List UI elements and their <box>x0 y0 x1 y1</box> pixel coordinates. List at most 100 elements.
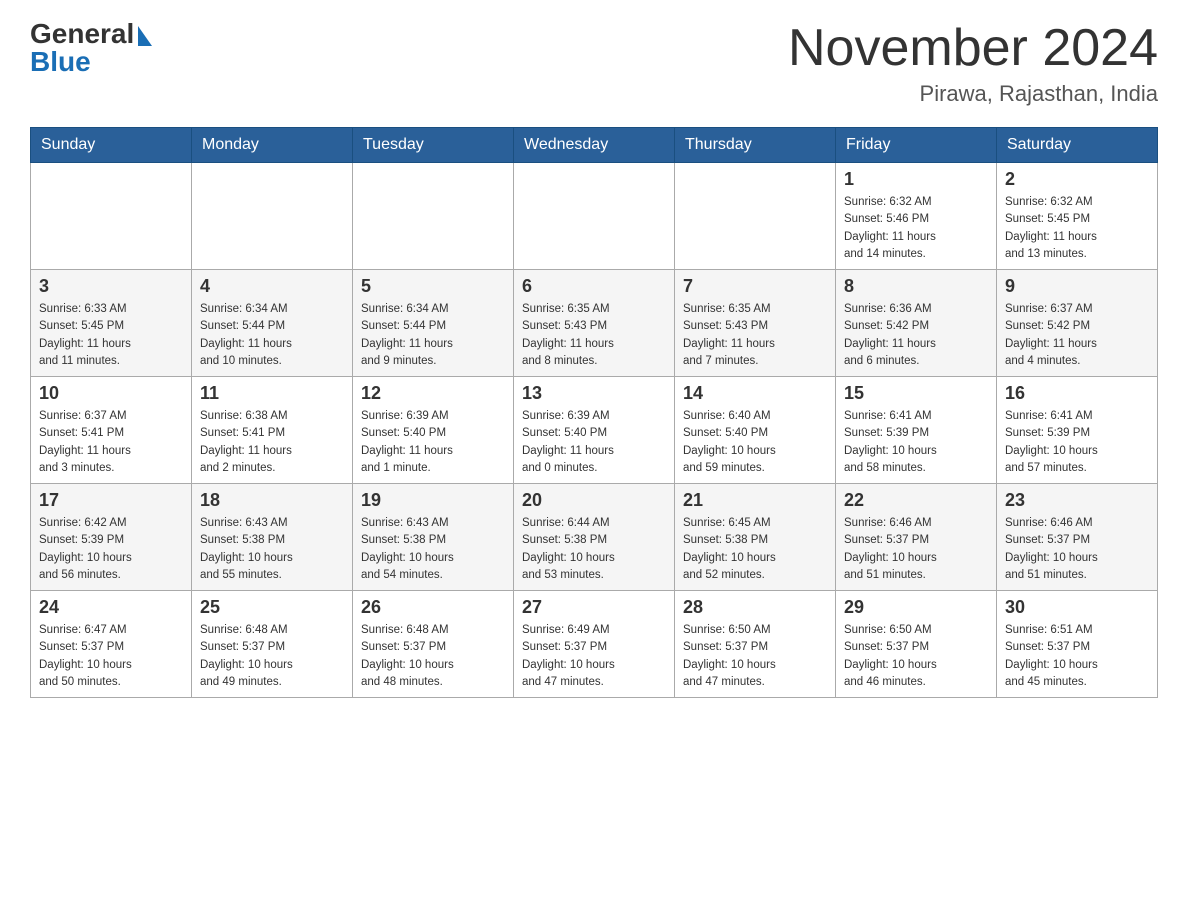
calendar-cell: 30Sunrise: 6:51 AM Sunset: 5:37 PM Dayli… <box>997 591 1158 698</box>
day-info: Sunrise: 6:34 AM Sunset: 5:44 PM Dayligh… <box>200 301 344 370</box>
logo-general-text: General <box>30 20 152 48</box>
day-number: 11 <box>200 383 344 404</box>
day-number: 23 <box>1005 490 1149 511</box>
day-info: Sunrise: 6:46 AM Sunset: 5:37 PM Dayligh… <box>844 515 988 584</box>
calendar-cell: 16 Sunrise: 6:41 AM Sunset: 5:39 PM Dayli… <box>997 377 1158 484</box>
day-number: 26 <box>361 597 505 618</box>
calendar-cell <box>675 163 836 270</box>
day-info: Sunrise: 6:37 AM Sunset: 5:41 PM Dayligh… <box>39 408 183 477</box>
day-info: Sunrise: 6:47 AM Sunset: 5:37 PM Dayligh… <box>39 622 183 691</box>
day-number: 6 <box>522 276 666 297</box>
calendar-cell: 15Sunrise: 6:41 AM Sunset: 5:39 PM Dayli… <box>836 377 997 484</box>
calendar-title: November 2024 <box>788 20 1158 77</box>
calendar-cell: 17 Sunrise: 6:42 AM Sunset: 5:39 PM Dayli… <box>31 484 192 591</box>
day-number: 10 <box>39 383 183 404</box>
day-info: Sunrise: 6:41 AM Sunset: 5:39 PM Dayligh… <box>844 408 988 477</box>
day-number: 8 <box>844 276 988 297</box>
day-info: Sunrise: 6:44 AM Sunset: 5:38 PM Dayligh… <box>522 515 666 584</box>
day-info: Sunrise: 6:51 AM Sunset: 5:37 PM Dayligh… <box>1005 622 1149 691</box>
calendar-cell: 11 Sunrise: 6:38 AM Sunset: 5:41 PM Dayli… <box>192 377 353 484</box>
calendar-cell <box>353 163 514 270</box>
day-info: Sunrise: 6:34 AM Sunset: 5:44 PM Dayligh… <box>361 301 505 370</box>
calendar-cell: 21 Sunrise: 6:45 AM Sunset: 5:38 PM Dayli… <box>675 484 836 591</box>
calendar-week-5: 24Sunrise: 6:47 AM Sunset: 5:37 PM Dayli… <box>31 591 1158 698</box>
day-number: 25 <box>200 597 344 618</box>
weekday-header-sunday: Sunday <box>31 128 192 163</box>
day-info: Sunrise: 6:43 AM Sunset: 5:38 PM Dayligh… <box>361 515 505 584</box>
weekday-header-row: SundayMondayTuesdayWednesdayThursdayFrid… <box>31 128 1158 163</box>
calendar-cell: 28Sunrise: 6:50 AM Sunset: 5:37 PM Dayli… <box>675 591 836 698</box>
day-info: Sunrise: 6:50 AM Sunset: 5:37 PM Dayligh… <box>683 622 827 691</box>
day-number: 16 <box>1005 383 1149 404</box>
day-info: Sunrise: 6:45 AM Sunset: 5:38 PM Dayligh… <box>683 515 827 584</box>
weekday-header-saturday: Saturday <box>997 128 1158 163</box>
calendar-cell <box>514 163 675 270</box>
calendar-week-2: 3 Sunrise: 6:33 AM Sunset: 5:45 PM Daylig… <box>31 270 1158 377</box>
calendar-cell <box>192 163 353 270</box>
day-number: 21 <box>683 490 827 511</box>
calendar-week-4: 17 Sunrise: 6:42 AM Sunset: 5:39 PM Dayli… <box>31 484 1158 591</box>
day-info: Sunrise: 6:36 AM Sunset: 5:42 PM Dayligh… <box>844 301 988 370</box>
day-info: Sunrise: 6:42 AM Sunset: 5:39 PM Dayligh… <box>39 515 183 584</box>
calendar-cell: 13 Sunrise: 6:39 AM Sunset: 5:40 PM Dayli… <box>514 377 675 484</box>
logo: General Blue <box>30 20 152 76</box>
logo-blue-text: Blue <box>30 48 91 76</box>
day-number: 27 <box>522 597 666 618</box>
calendar-cell: 19Sunrise: 6:43 AM Sunset: 5:38 PM Dayli… <box>353 484 514 591</box>
day-info: Sunrise: 6:32 AM Sunset: 5:46 PM Dayligh… <box>844 194 988 263</box>
day-number: 4 <box>200 276 344 297</box>
calendar-subtitle: Pirawa, Rajasthan, India <box>788 81 1158 107</box>
calendar-cell: 12Sunrise: 6:39 AM Sunset: 5:40 PM Dayli… <box>353 377 514 484</box>
calendar-cell: 3 Sunrise: 6:33 AM Sunset: 5:45 PM Daylig… <box>31 270 192 377</box>
day-number: 3 <box>39 276 183 297</box>
calendar-cell: 22Sunrise: 6:46 AM Sunset: 5:37 PM Dayli… <box>836 484 997 591</box>
day-info: Sunrise: 6:37 AM Sunset: 5:42 PM Dayligh… <box>1005 301 1149 370</box>
calendar-cell: 10 Sunrise: 6:37 AM Sunset: 5:41 PM Dayli… <box>31 377 192 484</box>
day-number: 18 <box>200 490 344 511</box>
calendar-cell: 26 Sunrise: 6:48 AM Sunset: 5:37 PM Dayli… <box>353 591 514 698</box>
calendar-cell: 27 Sunrise: 6:49 AM Sunset: 5:37 PM Dayli… <box>514 591 675 698</box>
day-number: 7 <box>683 276 827 297</box>
day-info: Sunrise: 6:43 AM Sunset: 5:38 PM Dayligh… <box>200 515 344 584</box>
day-info: Sunrise: 6:39 AM Sunset: 5:40 PM Dayligh… <box>361 408 505 477</box>
page-header: General Blue November 2024 Pirawa, Rajas… <box>30 20 1158 107</box>
day-number: 17 <box>39 490 183 511</box>
calendar-cell: 7 Sunrise: 6:35 AM Sunset: 5:43 PM Daylig… <box>675 270 836 377</box>
calendar-cell: 9 Sunrise: 6:37 AM Sunset: 5:42 PM Daylig… <box>997 270 1158 377</box>
day-info: Sunrise: 6:49 AM Sunset: 5:37 PM Dayligh… <box>522 622 666 691</box>
calendar-table: SundayMondayTuesdayWednesdayThursdayFrid… <box>30 127 1158 698</box>
calendar-cell: 25 Sunrise: 6:48 AM Sunset: 5:37 PM Dayli… <box>192 591 353 698</box>
calendar-week-1: 1 Sunrise: 6:32 AM Sunset: 5:46 PM Daylig… <box>31 163 1158 270</box>
day-info: Sunrise: 6:32 AM Sunset: 5:45 PM Dayligh… <box>1005 194 1149 263</box>
calendar-cell: 23 Sunrise: 6:46 AM Sunset: 5:37 PM Dayli… <box>997 484 1158 591</box>
day-info: Sunrise: 6:38 AM Sunset: 5:41 PM Dayligh… <box>200 408 344 477</box>
weekday-header-tuesday: Tuesday <box>353 128 514 163</box>
calendar-cell: 20Sunrise: 6:44 AM Sunset: 5:38 PM Dayli… <box>514 484 675 591</box>
day-number: 14 <box>683 383 827 404</box>
day-info: Sunrise: 6:46 AM Sunset: 5:37 PM Dayligh… <box>1005 515 1149 584</box>
calendar-cell: 4 Sunrise: 6:34 AM Sunset: 5:44 PM Daylig… <box>192 270 353 377</box>
day-number: 2 <box>1005 169 1149 190</box>
day-info: Sunrise: 6:48 AM Sunset: 5:37 PM Dayligh… <box>361 622 505 691</box>
day-info: Sunrise: 6:33 AM Sunset: 5:45 PM Dayligh… <box>39 301 183 370</box>
day-info: Sunrise: 6:40 AM Sunset: 5:40 PM Dayligh… <box>683 408 827 477</box>
weekday-header-thursday: Thursday <box>675 128 836 163</box>
calendar-cell: 6 Sunrise: 6:35 AM Sunset: 5:43 PM Daylig… <box>514 270 675 377</box>
day-info: Sunrise: 6:35 AM Sunset: 5:43 PM Dayligh… <box>683 301 827 370</box>
day-number: 1 <box>844 169 988 190</box>
day-info: Sunrise: 6:41 AM Sunset: 5:39 PM Dayligh… <box>1005 408 1149 477</box>
weekday-header-monday: Monday <box>192 128 353 163</box>
weekday-header-friday: Friday <box>836 128 997 163</box>
calendar-cell: 29Sunrise: 6:50 AM Sunset: 5:37 PM Dayli… <box>836 591 997 698</box>
calendar-week-3: 10 Sunrise: 6:37 AM Sunset: 5:41 PM Dayli… <box>31 377 1158 484</box>
day-number: 13 <box>522 383 666 404</box>
day-number: 9 <box>1005 276 1149 297</box>
calendar-cell: 18 Sunrise: 6:43 AM Sunset: 5:38 PM Dayli… <box>192 484 353 591</box>
calendar-cell: 5 Sunrise: 6:34 AM Sunset: 5:44 PM Daylig… <box>353 270 514 377</box>
day-info: Sunrise: 6:48 AM Sunset: 5:37 PM Dayligh… <box>200 622 344 691</box>
calendar-cell: 2 Sunrise: 6:32 AM Sunset: 5:45 PM Daylig… <box>997 163 1158 270</box>
weekday-header-wednesday: Wednesday <box>514 128 675 163</box>
day-number: 5 <box>361 276 505 297</box>
day-info: Sunrise: 6:39 AM Sunset: 5:40 PM Dayligh… <box>522 408 666 477</box>
day-info: Sunrise: 6:35 AM Sunset: 5:43 PM Dayligh… <box>522 301 666 370</box>
